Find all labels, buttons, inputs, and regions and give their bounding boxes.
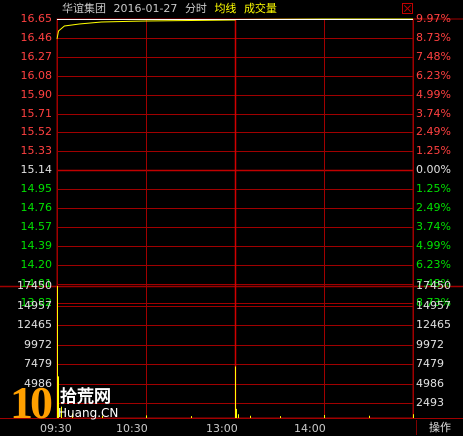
watermark-en-text: Huang.CN bbox=[58, 406, 119, 420]
percent-tick-label: 7.48% bbox=[416, 50, 451, 63]
percent-tick-label: 8.73% bbox=[416, 31, 451, 44]
percent-tick-label: 4.99% bbox=[416, 239, 451, 252]
percent-tick-label: 2.49% bbox=[416, 125, 451, 138]
watermark-cn-text: 拾荒网 bbox=[60, 387, 111, 407]
volume-right-tick-label: 2493 bbox=[416, 396, 444, 409]
volume-tick-label: 14957 bbox=[17, 299, 52, 312]
watermark-number: 10 bbox=[10, 377, 53, 428]
volume-right-tick-label: 4986 bbox=[416, 377, 444, 390]
percent-tick-label: 6.23% bbox=[416, 258, 451, 271]
price-tick-label: 15.52 bbox=[20, 125, 53, 138]
price-tick-label: 14.95 bbox=[20, 182, 53, 195]
price-tick-label: 15.14 bbox=[20, 163, 53, 176]
price-tick-label: 14.76 bbox=[20, 201, 53, 214]
price-tick-label: 14.39 bbox=[20, 239, 53, 252]
time-tick-label: 14:00 bbox=[294, 422, 326, 435]
price-tick-label: 16.65 bbox=[20, 12, 53, 25]
volume-right-tick-label: 12465 bbox=[416, 318, 451, 331]
chart-canvas[interactable] bbox=[0, 0, 463, 436]
price-tick-label: 15.71 bbox=[20, 107, 53, 120]
percent-tick-label: 9.97% bbox=[416, 12, 451, 25]
percent-tick-label: 2.49% bbox=[416, 201, 451, 214]
percent-tick-label: 0.00% bbox=[416, 163, 451, 176]
volume-right-tick-label: 9972 bbox=[416, 338, 444, 351]
volume-right-tick-label: 7479 bbox=[416, 357, 444, 370]
volume-right-tick-label: 14957 bbox=[416, 299, 451, 312]
price-tick-label: 16.46 bbox=[20, 31, 53, 44]
volume-tick-label: 17450 bbox=[17, 279, 52, 292]
time-tick-label: 10:30 bbox=[116, 422, 148, 435]
intraday-chart-window: 华谊集团 2016-01-27 分时 均线 成交量 16.65 16.46 16.2… bbox=[0, 0, 463, 436]
percent-tick-label: 3.74% bbox=[416, 107, 451, 120]
volume-right-tick-label: 17450 bbox=[416, 279, 451, 292]
price-tick-label: 14.57 bbox=[20, 220, 53, 233]
price-tick-label: 15.33 bbox=[20, 144, 53, 157]
volume-tick-label: 9972 bbox=[24, 338, 52, 351]
percent-tick-label: 1.25% bbox=[416, 182, 451, 195]
percent-tick-label: 4.99% bbox=[416, 88, 451, 101]
time-tick-label: 13:00 bbox=[206, 422, 238, 435]
price-tick-label: 16.08 bbox=[20, 69, 53, 82]
operate-button[interactable]: 操作 bbox=[416, 420, 463, 435]
price-tick-label: 14.20 bbox=[20, 258, 53, 271]
volume-tick-label: 7479 bbox=[24, 357, 52, 370]
volume-tick-label: 12465 bbox=[17, 318, 52, 331]
percent-tick-label: 1.25% bbox=[416, 144, 451, 157]
percent-tick-label: 3.74% bbox=[416, 220, 451, 233]
percent-tick-label: 6.23% bbox=[416, 69, 451, 82]
price-tick-label: 16.27 bbox=[20, 50, 53, 63]
price-tick-label: 15.90 bbox=[20, 88, 53, 101]
